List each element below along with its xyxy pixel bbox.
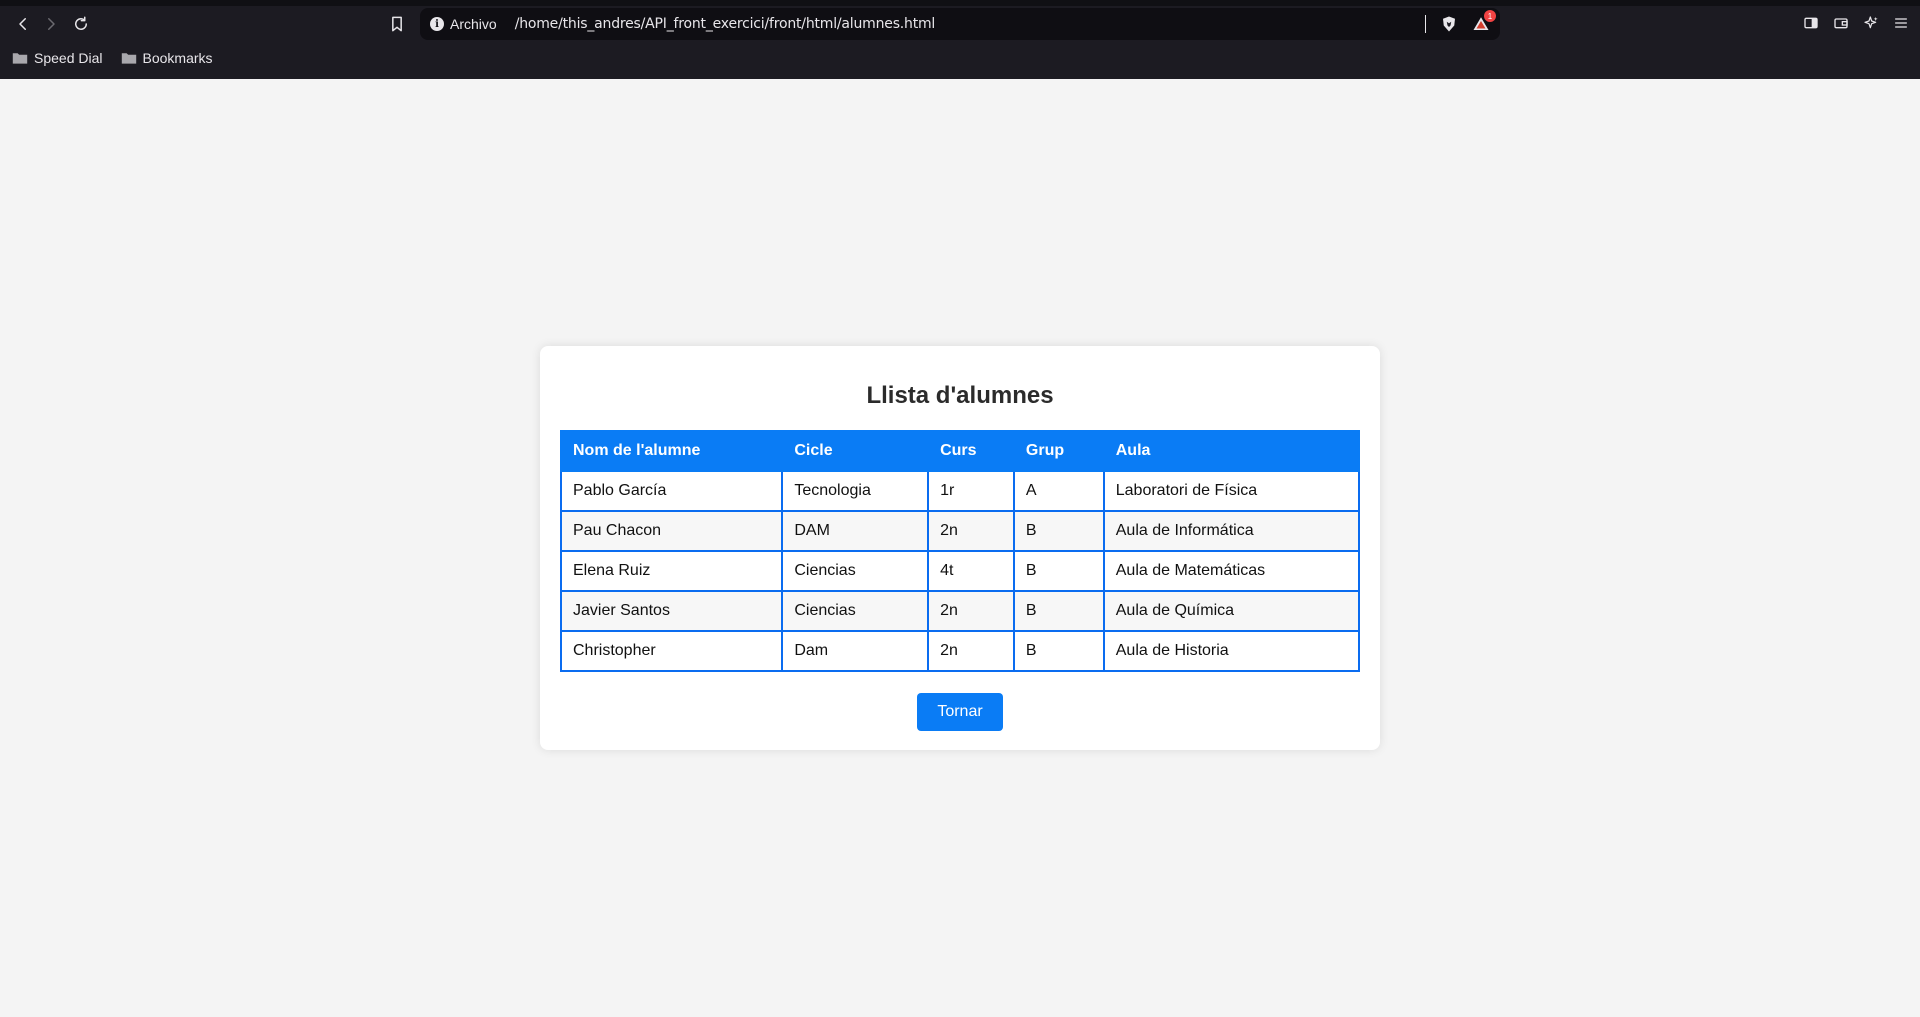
sidebar-toggle-button[interactable] <box>1802 12 1820 34</box>
cell-classroom: Aula de Matemáticas <box>1102 550 1361 592</box>
cell-course: 1r <box>927 470 1015 512</box>
students-card: Llista d'alumnes Nom de l'alumne Cicle C… <box>540 346 1380 750</box>
lion-shield-icon <box>1443 16 1455 32</box>
url-text[interactable]: /home/this_andres/API_front_exercici/fro… <box>515 16 936 32</box>
cell-group: A <box>1012 470 1105 512</box>
info-icon: i <box>430 17 444 31</box>
address-bar[interactable]: i Archivo /home/this_andres/API_front_ex… <box>420 8 1500 40</box>
rewards-badge: 1 <box>1484 10 1496 22</box>
forward-button[interactable] <box>36 10 66 38</box>
url-scheme-label: Archivo <box>450 16 497 32</box>
sparkle-icon <box>1864 16 1878 29</box>
folder-icon <box>12 53 28 64</box>
cell-classroom: Aula de Química <box>1102 590 1361 632</box>
cell-name: Javier Santos <box>559 590 784 632</box>
table-row: Javier Santos Ciencias 2n B Aula de Quím… <box>559 590 1361 632</box>
back-button[interactable] <box>8 10 38 38</box>
reload-button[interactable] <box>66 10 96 38</box>
column-header-course: Curs <box>927 430 1015 472</box>
folder-icon <box>121 53 136 64</box>
url-bar-actions: 1 <box>1425 10 1496 36</box>
brave-shields-button[interactable] <box>1440 15 1458 33</box>
column-header-cycle: Cicle <box>781 430 930 472</box>
page-title: Llista d'alumnes <box>866 382 1054 409</box>
browser-chrome: i Archivo /home/this_andres/API_front_ex… <box>0 0 1920 79</box>
cell-group: B <box>1012 630 1105 672</box>
chevron-right-icon <box>48 18 55 30</box>
bookmark-label: Bookmarks <box>142 50 213 66</box>
cell-name: Pau Chacon <box>559 510 784 552</box>
bookmark-bookmarks-folder[interactable]: Bookmarks <box>121 50 213 66</box>
brave-rewards-button[interactable]: 1 <box>1472 10 1496 33</box>
bookmark-label: Speed Dial <box>34 50 103 66</box>
cell-group: B <box>1012 550 1105 592</box>
wallet-button[interactable] <box>1832 12 1850 34</box>
cell-cycle: Ciencias <box>781 550 930 592</box>
toolbar-right-tools <box>1802 12 1910 34</box>
back-to-home-button[interactable]: Tornar <box>917 693 1003 731</box>
hamburger-menu-icon <box>1895 18 1907 28</box>
column-header-classroom: Aula <box>1102 430 1361 472</box>
browser-toolbar: i Archivo /home/this_andres/API_front_ex… <box>0 6 1920 42</box>
cell-course: 2n <box>927 630 1015 672</box>
chevron-left-icon <box>19 18 26 30</box>
cell-cycle: Tecnologia <box>781 470 930 512</box>
cell-cycle: Ciencias <box>781 590 930 632</box>
bookmarks-bar: Speed Dial Bookmarks <box>0 46 1920 70</box>
cell-group: B <box>1012 510 1105 552</box>
cell-group: B <box>1012 590 1105 632</box>
sidebar-icon <box>1804 17 1818 29</box>
cell-course: 4t <box>927 550 1015 592</box>
column-header-group: Grup <box>1012 430 1105 472</box>
leo-ai-button[interactable] <box>1862 12 1880 34</box>
table-row: Pablo García Tecnologia 1r A Laboratori … <box>559 470 1361 512</box>
column-header-name: Nom de l'alumne <box>559 430 784 472</box>
cell-name: Elena Ruiz <box>559 550 784 592</box>
table-header-row: Nom de l'alumne Cicle Curs Grup Aula <box>559 430 1361 472</box>
cell-course: 2n <box>927 590 1015 632</box>
cell-cycle: DAM <box>781 510 930 552</box>
cell-cycle: Dam <box>781 630 930 672</box>
table-row: Elena Ruiz Ciencias 4t B Aula de Matemát… <box>559 550 1361 592</box>
main-menu-button[interactable] <box>1892 12 1910 34</box>
cell-course: 2n <box>927 510 1015 552</box>
wallet-icon <box>1834 18 1848 29</box>
cell-classroom: Aula de Historia <box>1102 630 1361 672</box>
students-table: Nom de l'alumne Cicle Curs Grup Aula Pab… <box>559 430 1361 672</box>
bookmark-icon <box>392 16 402 32</box>
bookmark-speed-dial[interactable]: Speed Dial <box>12 50 103 66</box>
cell-classroom: Laboratori de Física <box>1102 470 1361 512</box>
reload-icon <box>75 16 87 30</box>
table-row: Pau Chacon DAM 2n B Aula de Informática <box>559 510 1361 552</box>
bookmark-page-button[interactable] <box>387 14 407 34</box>
divider <box>1425 15 1426 33</box>
cell-classroom: Aula de Informática <box>1102 510 1361 552</box>
table-row: Christopher Dam 2n B Aula de Historia <box>559 630 1361 672</box>
site-info-button[interactable]: i Archivo <box>430 16 497 32</box>
cell-name: Christopher <box>559 630 784 672</box>
cell-name: Pablo García <box>559 470 784 512</box>
